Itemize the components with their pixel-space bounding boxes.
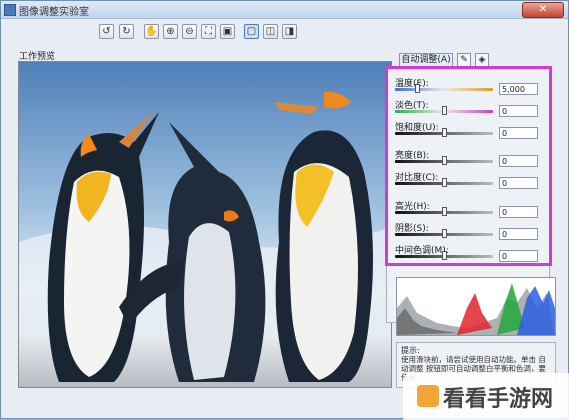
rotate-left-icon[interactable]: ↺ [99,24,114,39]
tab-auto-adjust[interactable]: 自动调整(A) [399,53,453,67]
zoom-in-icon[interactable]: ⊕ [163,24,178,39]
side-by-side-icon[interactable]: ◨ [282,24,297,39]
watermark: 看看手游网 [403,373,569,420]
hand-tool-icon[interactable]: ✋ [144,24,159,39]
preview-image [18,61,392,388]
split-view-icon[interactable]: ◫ [263,24,278,39]
watermark-logo-icon [417,385,439,407]
toolbar: ↺ ↻ ✋ ⊕ ⊖ ⛶ ▣ ▢ ◫ ◨ [1,19,568,45]
fit-screen-icon[interactable]: ⛶ [201,24,216,39]
histogram [396,277,556,336]
watermark-text: 看看手游网 [443,387,554,412]
actual-size-icon[interactable]: ▣ [220,24,235,39]
rotate-right-icon[interactable]: ↻ [119,24,134,39]
title-bar: 图像调整实验室 ✕ [1,1,568,19]
image-adjust-window: 图像调整实验室 ✕ ↺ ↻ ✋ ⊕ ⊖ ⛶ ▣ ▢ ◫ ◨ 工作预览 自动调整(… [0,0,569,420]
single-view-icon[interactable]: ▢ [244,24,259,39]
highlight-box [385,66,552,266]
app-icon [4,4,16,16]
close-button[interactable]: ✕ [522,2,564,18]
window-title: 图像调整实验室 [19,7,89,18]
color-picker-icon[interactable]: ◈ [475,53,489,67]
zoom-out-icon[interactable]: ⊖ [182,24,197,39]
eyedropper-icon[interactable]: ✎ [457,53,471,67]
